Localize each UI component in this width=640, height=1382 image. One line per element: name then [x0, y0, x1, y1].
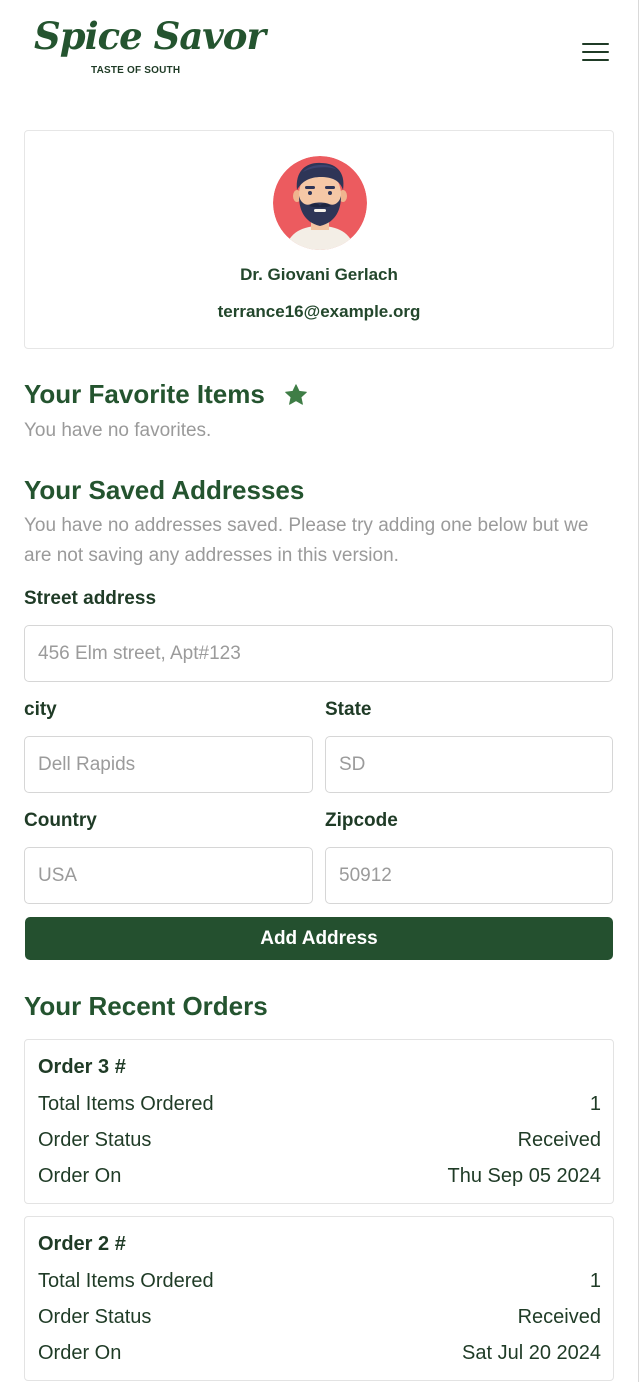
favorites-empty-text: You have no favorites. — [24, 420, 212, 441]
order-items-label: Total Items Ordered — [38, 1093, 214, 1115]
star-icon — [285, 384, 307, 405]
order-status-label: Order Status — [38, 1129, 152, 1151]
order-date-label: Order On — [38, 1342, 122, 1364]
profile-email: terrance16@example.org — [217, 302, 421, 321]
site-header: Spice Savor TASTE OF SOUTH — [0, 0, 639, 92]
order-status-row: Order Status Received — [38, 1306, 601, 1334]
order-date-value: Thu Sep 05 2024 — [447, 1165, 601, 1187]
brand-tagline: TASTE OF SOUTH — [91, 65, 181, 76]
state-label: State — [325, 699, 372, 720]
city-input[interactable] — [24, 736, 313, 793]
order-items-value: 1 — [589, 1270, 601, 1292]
bearded-man-avatar-icon — [273, 156, 367, 250]
favorites-heading: Your Favorite Items — [24, 379, 265, 409]
order-items-row: Total Items Ordered 1 — [38, 1093, 601, 1121]
order-date-label: Order On — [38, 1165, 122, 1187]
order-card[interactable]: Order 2 # Total Items Ordered 1 Order St… — [24, 1216, 614, 1381]
brand-name: Spice Savor — [34, 14, 266, 58]
orders-heading: Your Recent Orders — [24, 991, 268, 1021]
hamburger-menu-icon[interactable] — [581, 40, 611, 64]
city-label: city — [24, 699, 57, 720]
profile-page: Spice Savor TASTE OF SOUTH Dr. Giovani G… — [0, 0, 639, 1382]
street-address-input[interactable] — [24, 625, 613, 682]
order-items-label: Total Items Ordered — [38, 1270, 214, 1292]
order-status-row: Order Status Received — [38, 1129, 601, 1157]
add-address-button[interactable]: Add Address — [25, 917, 613, 960]
country-input[interactable] — [24, 847, 313, 904]
order-date-row: Order On Thu Sep 05 2024 — [38, 1165, 601, 1193]
street-label: Street address — [24, 588, 157, 609]
order-date-row: Order On Sat Jul 20 2024 — [38, 1342, 601, 1370]
brand-logo[interactable]: Spice Savor TASTE OF SOUTH — [34, 14, 266, 80]
zipcode-label: Zipcode — [325, 810, 398, 831]
addresses-heading: Your Saved Addresses — [24, 475, 305, 505]
order-date-value: Sat Jul 20 2024 — [462, 1342, 601, 1364]
profile-card: Dr. Giovani Gerlach terrance16@example.o… — [24, 130, 614, 349]
avatar — [273, 156, 367, 250]
profile-name: Dr. Giovani Gerlach — [240, 265, 398, 284]
addresses-empty-text: You have no addresses saved. Please try … — [24, 515, 589, 566]
order-card[interactable]: Order 3 # Total Items Ordered 1 Order St… — [24, 1039, 614, 1204]
order-items-value: 1 — [589, 1093, 601, 1115]
state-input[interactable] — [325, 736, 613, 793]
order-status-value: Received — [517, 1306, 601, 1328]
order-status-label: Order Status — [38, 1306, 152, 1328]
country-label: Country — [24, 810, 97, 831]
order-title: Order 2 # — [38, 1233, 126, 1255]
order-status-value: Received — [517, 1129, 601, 1151]
zipcode-input[interactable] — [325, 847, 613, 904]
order-title: Order 3 # — [38, 1056, 126, 1078]
order-items-row: Total Items Ordered 1 — [38, 1270, 601, 1298]
